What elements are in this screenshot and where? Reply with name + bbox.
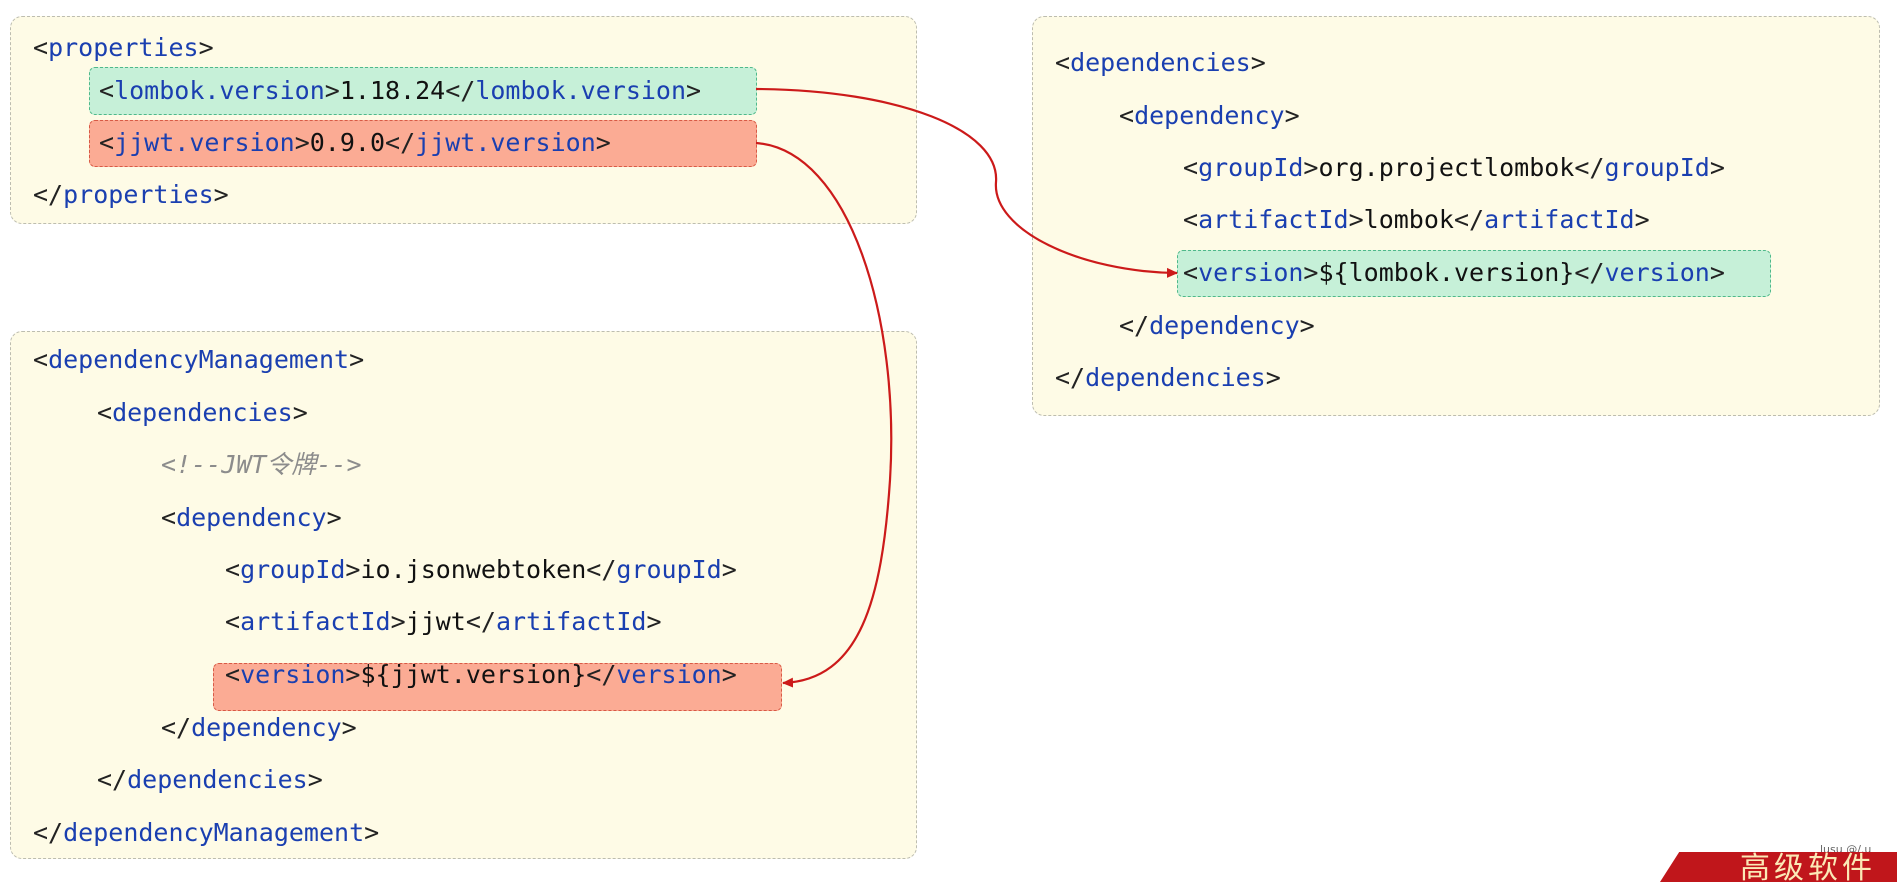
corner-badge-text: 高级软件 [1740, 851, 1876, 886]
reference-arrows [755, 87, 1178, 688]
jjwt-arrow [755, 141, 893, 688]
lombok-arrow [755, 87, 1178, 278]
